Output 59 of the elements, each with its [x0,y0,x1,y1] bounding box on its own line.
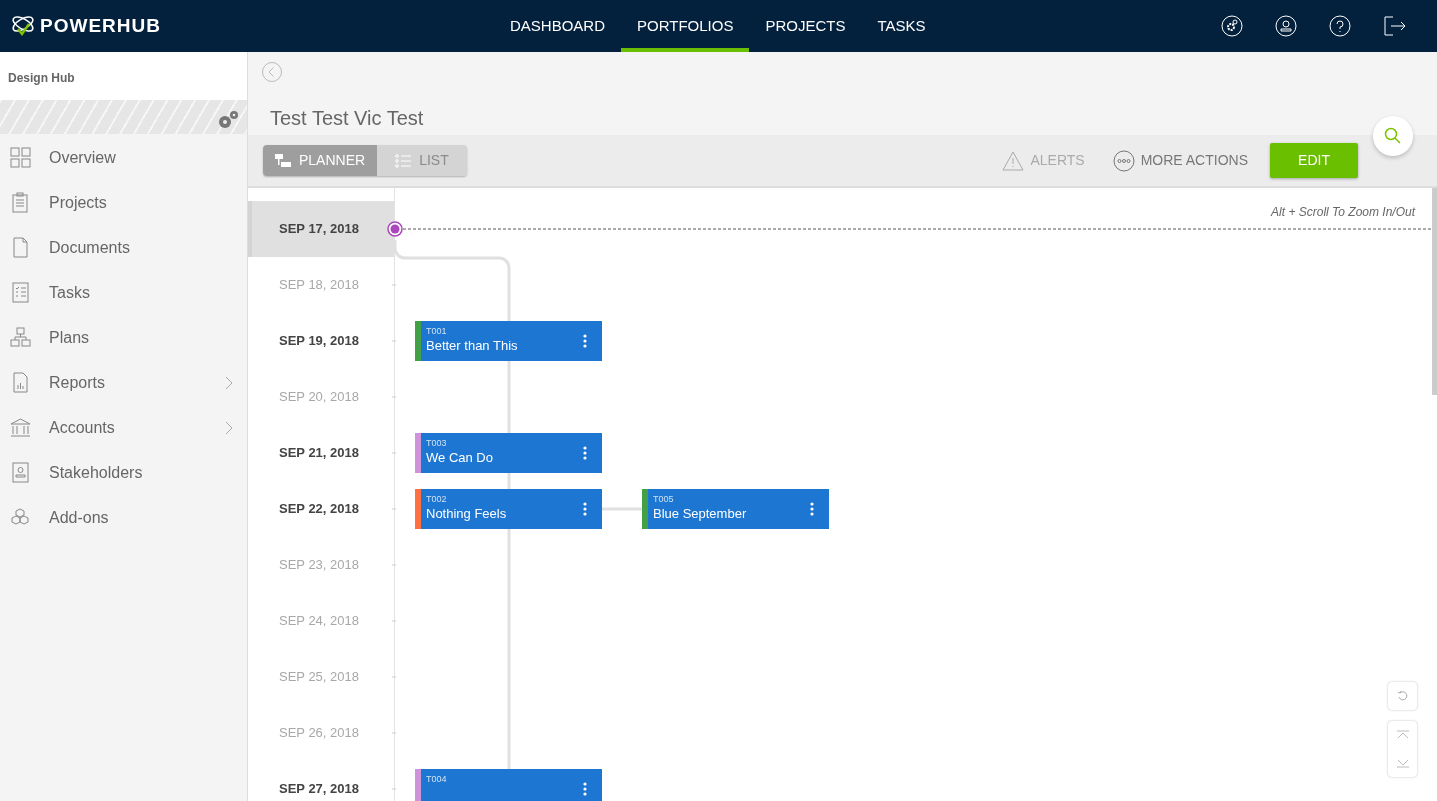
logout-icon[interactable] [1383,15,1407,37]
undo-icon [1396,690,1409,702]
contact-book-icon [10,461,32,484]
planner-icon [275,153,291,168]
nav-tab[interactable]: TASKS [861,0,942,52]
task-title: Better than This [426,337,518,355]
scrollbar[interactable] [1432,188,1437,395]
task-card[interactable]: T003 We Can Do [415,433,602,473]
task-id: T002 [426,494,448,505]
task-title: We Can Do [426,449,493,467]
task-card[interactable]: T004 [415,769,602,801]
nav-tab[interactable]: PORTFOLIOS [621,0,750,52]
kebab-menu-icon[interactable] [810,502,814,516]
date-row[interactable]: SEP 17, 2018 [248,201,394,257]
checklist-icon [10,281,32,304]
task-id: T005 [653,494,675,505]
sidebar-item[interactable]: Overview [0,135,247,180]
nav-tab[interactable]: PROJECTS [749,0,862,52]
search-icon [1384,127,1402,145]
planner-tab[interactable]: PLANNER [263,145,378,176]
date-row[interactable]: SEP 27, 2018 [248,761,394,801]
task-title: Blue September [653,505,747,523]
bank-icon [10,416,32,439]
task-card[interactable]: T005 Blue September [642,489,829,529]
sidebar-item[interactable]: Plans [0,315,247,360]
kebab-menu-icon[interactable] [583,334,587,348]
kebab-menu-icon[interactable] [583,782,587,796]
sidebar-item[interactable]: Tasks [0,270,247,315]
sidebar-item[interactable]: Stakeholders [0,450,247,495]
sidebar-item[interactable]: Accounts [0,405,247,450]
workspace-title: Design Hub [8,71,75,85]
profile-icon[interactable] [1275,15,1297,37]
list-icon [395,153,412,168]
grid-icon [10,146,32,169]
kebab-menu-icon[interactable] [583,502,587,516]
task-id: T004 [426,774,447,785]
task-card[interactable]: T002 Nothing Feels [415,489,602,529]
sidebar-item[interactable]: Reports [0,360,247,405]
date-row[interactable]: SEP 21, 2018 [248,425,394,481]
sidebar-item[interactable]: Projects [0,180,247,225]
task-card[interactable]: T001 Better than This [415,321,602,361]
date-row[interactable]: SEP 19, 2018 [248,313,394,369]
page-title: Test Test Vic Test [270,106,425,131]
task-id: T003 [426,438,448,449]
help-icon[interactable] [1329,15,1351,37]
date-row[interactable]: SEP 22, 2018 [248,481,394,537]
warning-icon [1002,150,1025,171]
zoom-hint: Alt + Scroll To Zoom In/Out [1271,204,1415,221]
hierarchy-icon [10,326,32,349]
nav-tab[interactable]: DASHBOARD [494,0,622,52]
task-id: T001 [426,326,448,337]
sidebar-item[interactable]: Documents [0,225,247,270]
brand-name: POWERHUB [40,13,161,38]
more-actions-button[interactable]: MORE ACTIONS [1112,149,1248,172]
more-icon [1112,149,1135,172]
settings-icon[interactable] [1221,15,1243,37]
task-title: Nothing Feels [426,505,507,523]
kebab-menu-icon[interactable] [583,446,587,460]
sidebar-item[interactable]: Add-ons [0,495,247,540]
